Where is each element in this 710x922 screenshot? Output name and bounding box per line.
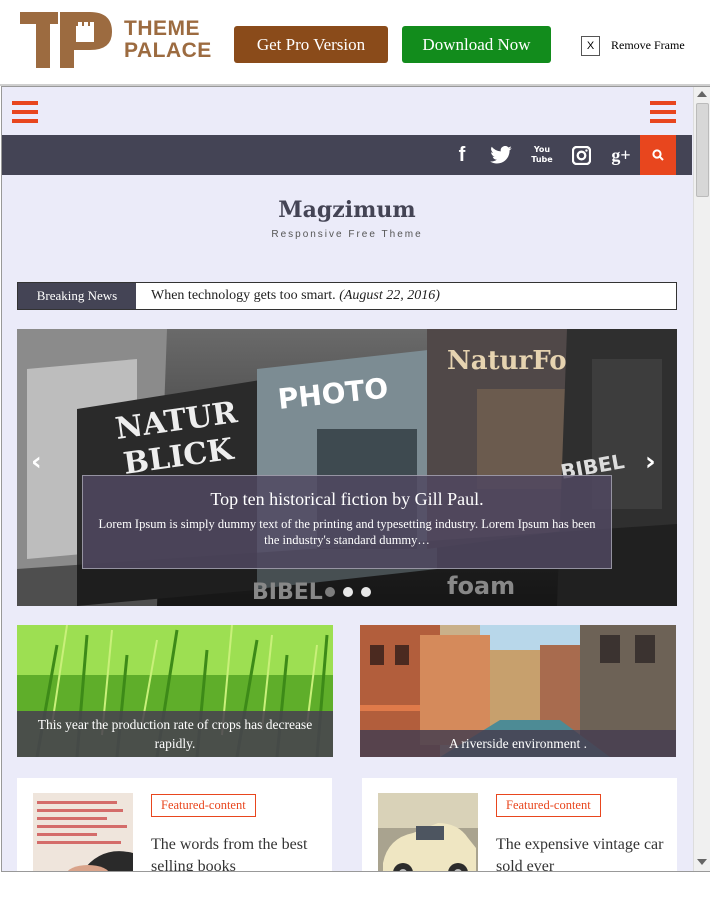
preview-topbar: THEME PALACE Get Pro Version Download No…: [0, 0, 710, 86]
featured-content-tag[interactable]: Featured-content: [496, 794, 601, 817]
thumbnail-image-vintage-car: [378, 793, 478, 871]
slider-next-arrow[interactable]: ›: [645, 447, 656, 477]
scroll-up-arrow-icon[interactable]: [697, 91, 707, 97]
post-card-books: Featured-content The words from the best…: [17, 778, 332, 871]
right-menu-icon[interactable]: [650, 101, 676, 123]
post-title[interactable]: The words from the best selling books: [151, 834, 321, 871]
theme-palace-logo-mark: [20, 12, 112, 68]
card-caption-crops[interactable]: This year the production rate of crops h…: [17, 711, 333, 757]
remove-frame-link[interactable]: Remove Frame: [611, 38, 685, 53]
remove-frame-close-icon[interactable]: X: [581, 36, 600, 56]
slider-dot-2[interactable]: [343, 587, 353, 597]
search-icon: [652, 149, 664, 161]
site-description: Responsive Free Theme: [271, 229, 423, 240]
breaking-news-bar: Breaking News When technology gets too s…: [17, 282, 677, 310]
featured-card-crops[interactable]: This year the production rate of crops h…: [17, 625, 333, 757]
slider-dot-1[interactable]: [325, 587, 335, 597]
post-card-vintage-car: Featured-content The expensive vintage c…: [362, 778, 677, 871]
theme-palace-logo[interactable]: THEME PALACE: [20, 12, 220, 70]
breaking-news-label: Breaking News: [18, 283, 136, 309]
slide-excerpt: Lorem Ipsum is simply dummy text of the …: [98, 517, 596, 547]
breaking-news-date: (August 22, 2016): [339, 288, 440, 303]
frame-scrollbar[interactable]: [693, 87, 710, 871]
get-pro-version-button[interactable]: Get Pro Version: [234, 26, 388, 63]
slide-title[interactable]: Top ten historical fiction by Gill Paul.: [83, 489, 611, 510]
breaking-news-headline[interactable]: When technology gets too smart.: [151, 288, 336, 303]
slide-caption: Top ten historical fiction by Gill Paul.…: [82, 475, 612, 569]
twitter-icon[interactable]: [490, 146, 512, 164]
logo-text: THEME PALACE: [124, 17, 212, 62]
breaking-news-item[interactable]: When technology gets too smart. (August …: [151, 283, 440, 309]
card-caption-riverside[interactable]: A riverside environment .: [360, 730, 676, 757]
scroll-thumb[interactable]: [696, 103, 709, 197]
theme-preview-frame: f You Tube g+ Magzimum Responsive Free T…: [1, 86, 710, 872]
slider-dot-3[interactable]: [361, 587, 371, 597]
post-thumbnail-books[interactable]: [33, 793, 133, 871]
left-menu-icon[interactable]: [12, 101, 38, 123]
youtube-icon[interactable]: You Tube: [530, 145, 554, 167]
facebook-icon[interactable]: f: [452, 135, 472, 175]
download-now-button[interactable]: Download Now: [402, 26, 551, 63]
slider-prev-arrow[interactable]: ‹: [31, 447, 42, 477]
site-title[interactable]: Magzimum: [2, 197, 692, 223]
social-bar: f You Tube g+: [2, 135, 692, 175]
google-plus-icon[interactable]: g+: [608, 135, 634, 175]
scroll-down-arrow-icon[interactable]: [697, 859, 707, 865]
featured-content-tag[interactable]: Featured-content: [151, 794, 256, 817]
search-button[interactable]: [640, 135, 676, 175]
thumbnail-image-book-pages: [33, 793, 133, 871]
featured-card-riverside[interactable]: A riverside environment .: [360, 625, 676, 757]
post-thumbnail-vintage-car[interactable]: [378, 793, 478, 871]
featured-slider[interactable]: NATUR BLICK PHOTO NaturFoto BIBEL foam B…: [17, 329, 677, 606]
post-title[interactable]: The expensive vintage car sold ever: [496, 834, 666, 871]
instagram-icon[interactable]: [572, 146, 591, 165]
